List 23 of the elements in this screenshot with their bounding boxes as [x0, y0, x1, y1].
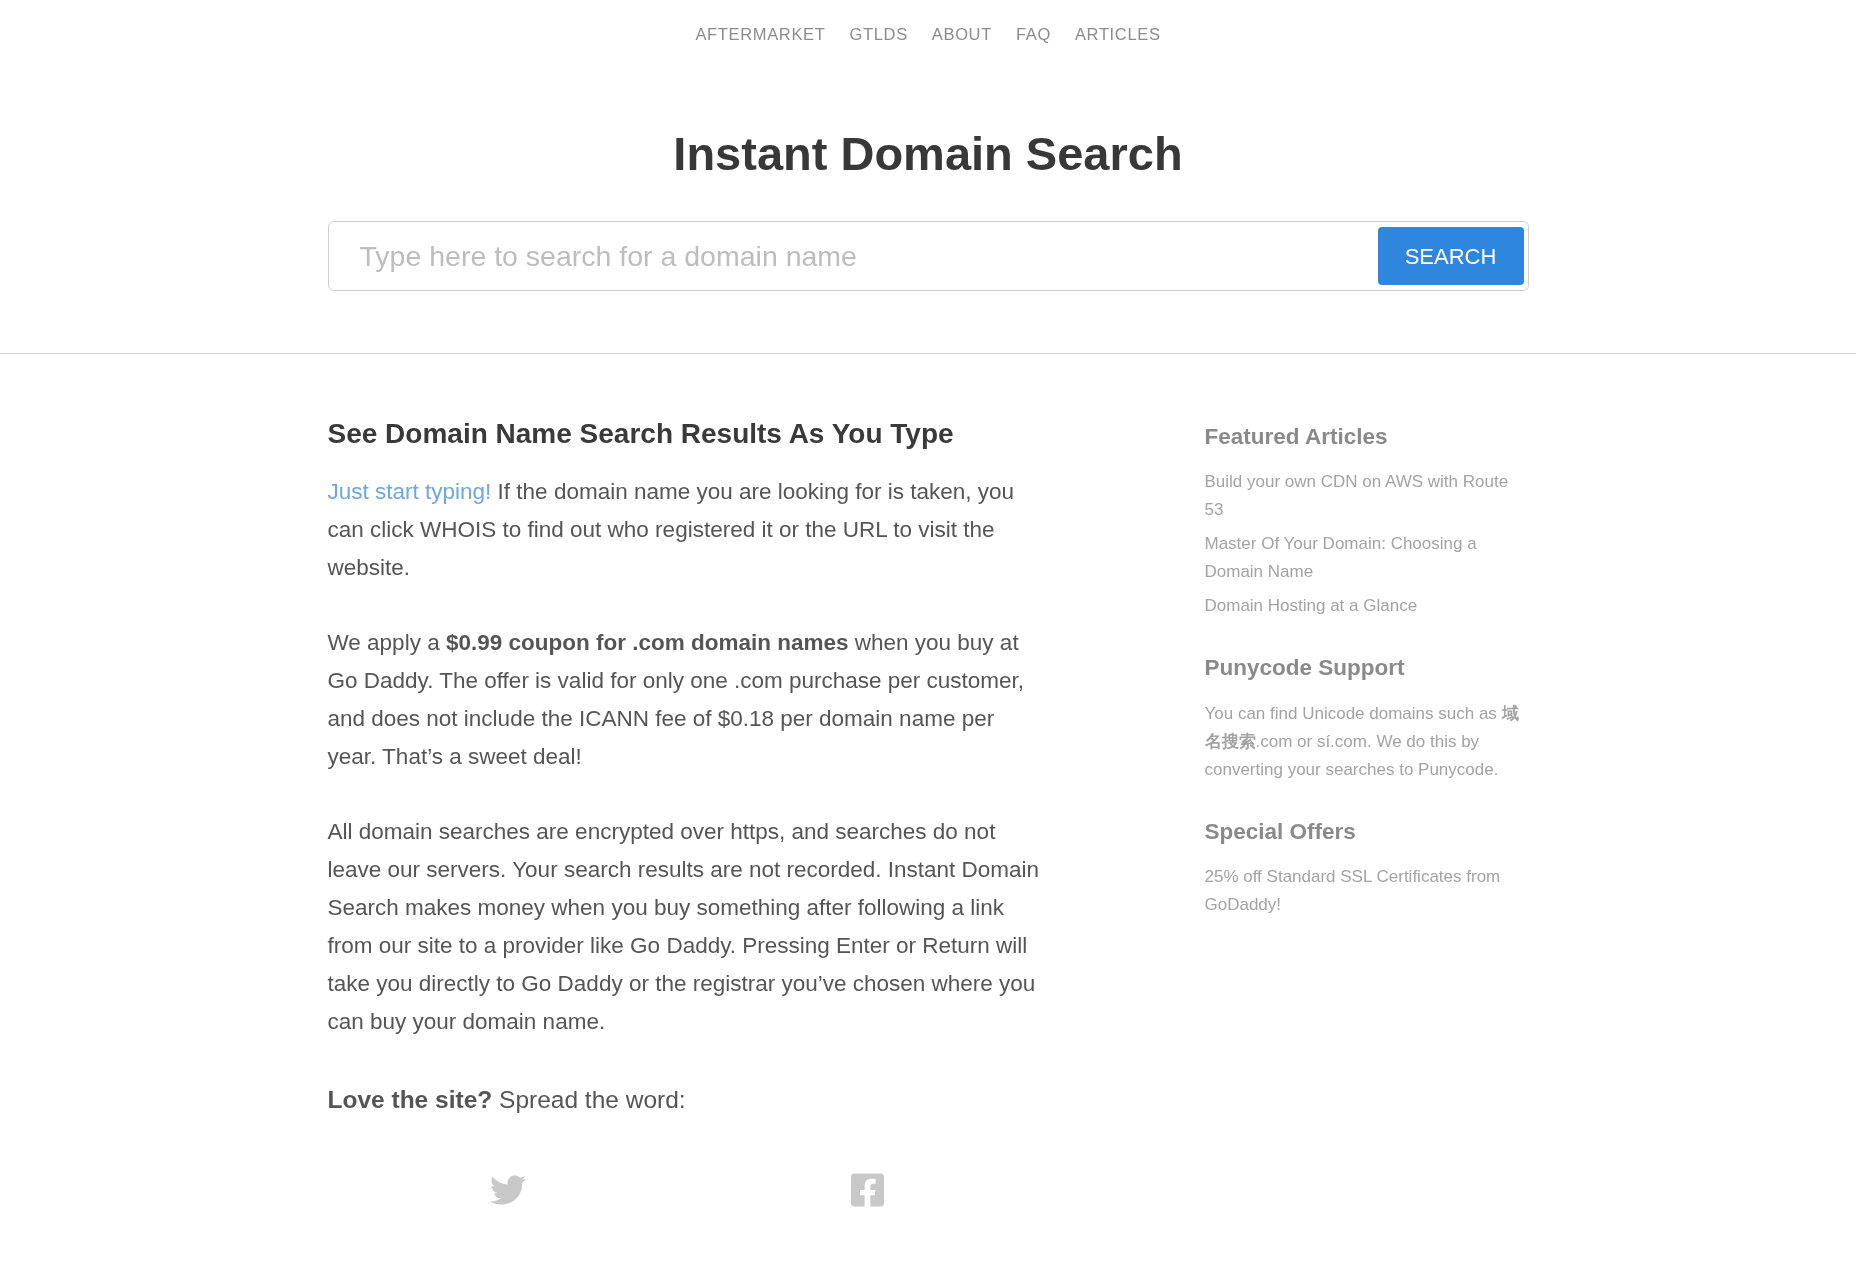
search-button[interactable]: SEARCH: [1377, 227, 1524, 285]
section-heading: See Domain Name Search Results As You Type: [327, 417, 955, 451]
nav-link[interactable]: FAQ: [1015, 22, 1051, 46]
nav-link[interactable]: ABOUT: [931, 22, 992, 46]
twitter-icon[interactable]: [489, 1172, 526, 1208]
sidebar-heading: Featured Articles: [1204, 423, 1389, 451]
article-link[interactable]: 25% off Standard SSL Certificates from GoDaddy!: [1204, 863, 1529, 919]
sidebar-heading: Special Offers: [1204, 818, 1357, 846]
article-link[interactable]: Build your own CDN on AWS with Route 53: [1204, 468, 1529, 524]
share-prompt: Love the site? Spread the word:: [327, 1085, 687, 1115]
body-paragraph: All domain searches are encrypted over https, and searches do not leave our servers. Your search results are not recorded. Instant Domain Search makes money when you buy something after following a link from our site to a provider like Go Daddy. Pressing Enter or Return will take you directly to Go Daddy or the registrar you’ve chosen where you can buy your domain name.: [327, 818, 1041, 1036]
nav-link[interactable]: AFTERMARKET: [695, 22, 826, 46]
nav-link[interactable]: ARTICLES: [1074, 22, 1161, 46]
nav-link[interactable]: GTLDS: [849, 22, 908, 46]
page-title: Instant Domain Search: [672, 126, 1184, 182]
article-link[interactable]: Domain Hosting at a Glance: [1204, 592, 1529, 620]
sidebar-heading: Punycode Support: [1204, 654, 1406, 682]
intro-paragraph: Just start typing! If the domain name you are looking for is taken, you can click WHOIS to find out who registered it or the URL to visit the website.: [327, 478, 1016, 582]
body-paragraph: We apply a $0.99 coupon for .com domain names when you buy at Go Daddy. The offer is valid for only one .com purchase per customer, and does not include the ICANN fee of $0.18 per domain name per year. That’s a sweet deal!: [327, 629, 1026, 771]
punycode-text: You can find Unicode domains such as 域名搜索.com or sí.com. We do this by converting your searches to Punycode.: [1204, 703, 1520, 781]
start-typing-link[interactable]: Just start typing!: [327, 479, 492, 504]
article-link[interactable]: Master Of Your Domain: Choosing a Domain Name: [1204, 530, 1529, 586]
facebook-icon[interactable]: [851, 1171, 884, 1209]
